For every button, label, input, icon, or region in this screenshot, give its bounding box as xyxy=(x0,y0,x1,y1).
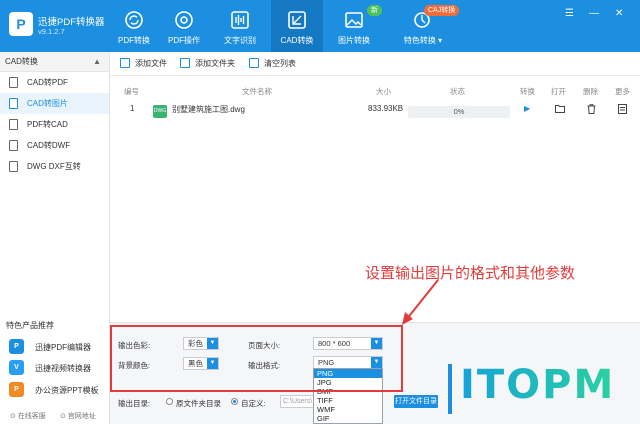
annotation-highlight-box xyxy=(110,325,403,392)
app-version: v9.1.2.7 xyxy=(38,27,65,36)
open-folder-button[interactable]: 打开文件目录 xyxy=(394,395,438,408)
image-icon xyxy=(345,12,363,28)
col-more: 更多 xyxy=(615,87,630,96)
table-row[interactable]: 1 DWG 别墅建筑施工图.dwg 833.93KB 0% ▶ xyxy=(110,101,640,123)
document-icon xyxy=(9,140,18,151)
tab-cad-convert[interactable]: CAD转换 xyxy=(271,0,323,52)
featured-title: 特色产品推荐 xyxy=(6,321,54,330)
col-index: 编号 xyxy=(124,87,139,96)
tab-label: 图片转换 xyxy=(338,36,370,45)
minimize-icon[interactable]: — xyxy=(589,8,599,19)
row-filename: 别墅建筑施工图.dwg xyxy=(172,105,245,114)
new-badge: 新 xyxy=(367,5,382,16)
row-size: 833.93KB xyxy=(368,104,404,113)
col-delete: 删除 xyxy=(583,87,598,96)
row-index: 1 xyxy=(130,104,135,113)
radio-original-label: 原文件夹目录 xyxy=(176,399,221,408)
sidebar-item-pdf-to-cad[interactable]: PDF转CAD xyxy=(0,114,109,135)
folder-icon xyxy=(180,58,190,68)
format-option[interactable]: TIFF xyxy=(314,396,382,405)
tab-label: PDF转换 xyxy=(118,36,150,45)
tab-pdf-operate[interactable]: PDF操作 xyxy=(158,0,210,52)
tab-ocr[interactable]: 文字识别 xyxy=(214,0,266,52)
play-icon[interactable]: ▶ xyxy=(524,104,530,113)
radio-original-dir[interactable] xyxy=(166,398,173,405)
col-open: 打开 xyxy=(551,87,566,96)
sidebar-item-cad-to-dwf[interactable]: CAD转DWF xyxy=(0,135,109,156)
waveform-icon xyxy=(231,11,249,29)
file-toolbar: 添加文件 添加文件夹 清空列表 xyxy=(110,52,640,76)
sidebar-title: CAD转换 xyxy=(5,57,38,66)
website-link[interactable]: ⊙ 官网地址 xyxy=(60,411,96,421)
chevron-down-icon: ▾ xyxy=(438,36,443,45)
sidebar-item-cad-to-pdf[interactable]: CAD转PDF xyxy=(0,72,109,93)
col-filename: 文件名称 xyxy=(242,87,272,96)
format-option[interactable]: WMF xyxy=(314,405,382,414)
add-file-button[interactable]: 添加文件 xyxy=(120,58,167,69)
clear-icon xyxy=(249,58,259,68)
dwg-file-icon: DWG xyxy=(153,105,167,118)
sidebar-item-cad-to-image[interactable]: CAD转图片 xyxy=(0,93,109,114)
sidebar-footer: ⊙ 在线客服 ⊙ 官网地址 xyxy=(0,408,110,424)
caj-badge: CAJ转换 xyxy=(424,5,460,16)
online-service-link[interactable]: ⊙ 在线客服 xyxy=(10,411,46,421)
menu-icon[interactable]: ☰ xyxy=(565,8,574,19)
clear-list-button[interactable]: 清空列表 xyxy=(249,58,296,69)
annotation-text: 设置输出图片的格式和其他参数 xyxy=(365,264,576,282)
annotation-arrow-icon xyxy=(402,279,439,325)
document-icon xyxy=(9,77,18,88)
file-table-header: 编号 文件名称 大小 状态 转换 打开 删除 更多 xyxy=(110,83,640,99)
radio-custom-label: 自定义: xyxy=(241,399,266,408)
document-icon xyxy=(9,119,18,130)
ppt-icon: P xyxy=(9,382,24,397)
col-status: 状态 xyxy=(450,87,465,96)
settings-circle-icon xyxy=(175,11,193,29)
watermark-bar xyxy=(448,364,452,414)
watermark-logo: ITOPM xyxy=(460,362,616,408)
add-folder-button[interactable]: 添加文件夹 xyxy=(180,58,235,69)
open-folder-icon[interactable] xyxy=(555,104,565,115)
chevron-up-icon[interactable]: ▲ xyxy=(93,52,101,72)
sidebar-header[interactable]: CAD转换 ▲ xyxy=(0,52,109,72)
featured-video-converter[interactable]: V 迅捷视频转换器 xyxy=(0,357,110,378)
output-dir-label: 输出目录: xyxy=(118,399,151,408)
format-option[interactable]: GIF xyxy=(314,414,382,423)
trash-icon[interactable] xyxy=(587,104,596,116)
tab-label: PDF操作 xyxy=(168,36,200,45)
sidebar: CAD转换 ▲ CAD转PDF CAD转图片 PDF转CAD CAD转DWF D… xyxy=(0,52,110,424)
tab-label: 文字识别 xyxy=(224,36,256,45)
document-icon xyxy=(9,161,18,172)
conversion-progress: 0% xyxy=(408,106,510,118)
featured-pdf-editor[interactable]: P 迅捷PDF编辑器 xyxy=(0,336,110,357)
app-logo: P xyxy=(9,12,33,36)
featured-ppt-templates[interactable]: P 办公资源PPT模板 xyxy=(0,379,110,400)
col-convert: 转换 xyxy=(520,87,535,96)
add-file-icon xyxy=(120,58,130,68)
custom-path-input[interactable]: C:\Users\ xyxy=(280,395,316,408)
pdf-editor-icon: P xyxy=(9,339,24,354)
cad-icon xyxy=(288,11,306,29)
app-name: 迅捷PDF转换器 xyxy=(38,17,105,28)
refresh-icon xyxy=(125,11,143,29)
col-size: 大小 xyxy=(376,87,391,96)
sidebar-item-dwg-dxf[interactable]: DWG DXF互转 xyxy=(0,156,109,177)
tab-label: CAD转换 xyxy=(280,36,314,45)
more-icon[interactable] xyxy=(618,104,627,116)
top-bar: P 迅捷PDF转换器 v9.1.2.7 PDF转换 PDF操作 文字识别 CAD… xyxy=(0,0,640,52)
document-icon xyxy=(9,98,18,109)
radio-custom-dir[interactable] xyxy=(231,398,238,405)
tab-label: 特色转换 ▾ xyxy=(403,36,443,45)
tab-pdf-convert[interactable]: PDF转换 xyxy=(108,0,160,52)
close-icon[interactable]: ✕ xyxy=(615,8,623,19)
video-converter-icon: V xyxy=(9,360,24,375)
